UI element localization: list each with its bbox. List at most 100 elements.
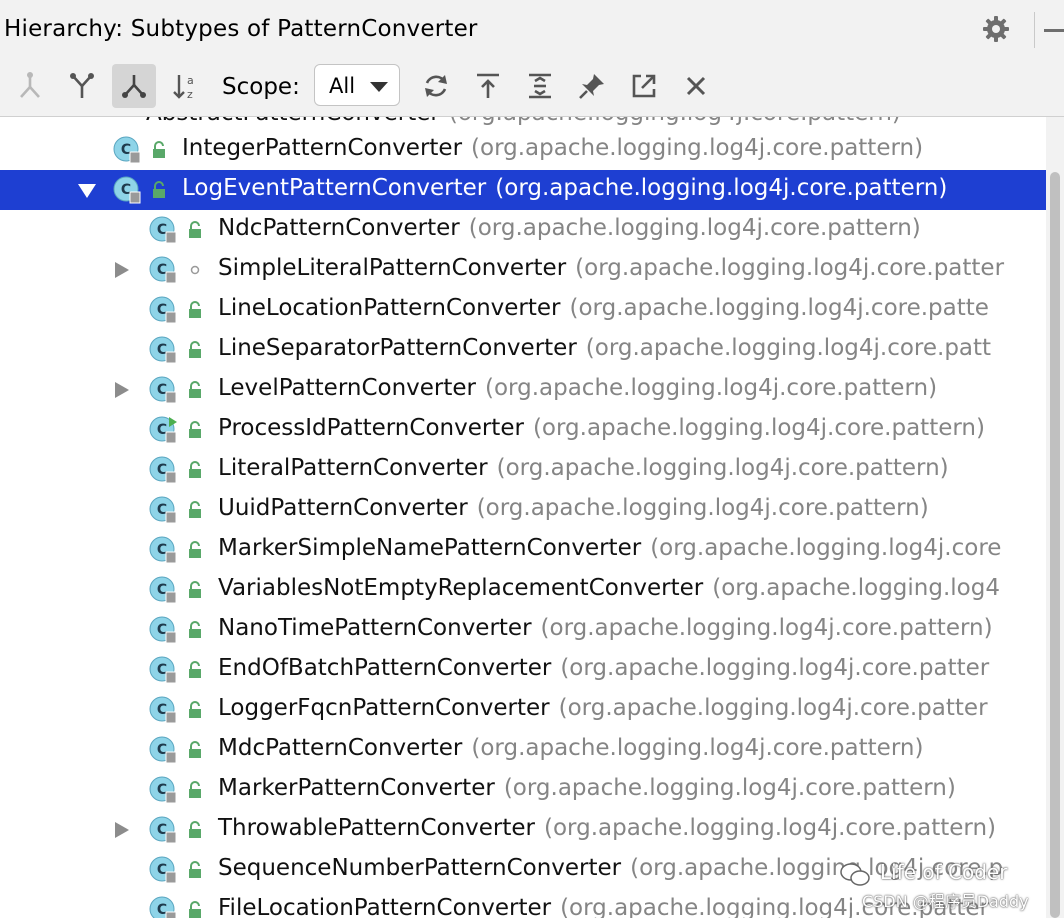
package-name: (org.apache.logging.log4j.core.pattern) xyxy=(449,117,901,126)
class-name: UuidPatternConverter (org.apache.logging.… xyxy=(218,495,929,521)
public-lock-icon xyxy=(189,821,201,838)
tree-row[interactable]: C EndOfBatchPatternConverter (org.apache.l… xyxy=(0,650,1046,690)
public-lock-icon xyxy=(189,861,201,878)
export-icon xyxy=(477,73,499,98)
class-name-text: LineLocationPatternConverter xyxy=(218,295,561,321)
watermark-line2: CSDN @程序员Daddy xyxy=(862,892,1029,911)
public-lock-icon xyxy=(189,581,201,598)
package-name: (org.apache.logging.log4j.core.pattern) xyxy=(495,175,948,201)
class-icon: C xyxy=(149,376,177,404)
close-icon xyxy=(686,76,706,96)
open-in-new-tab-button[interactable] xyxy=(622,64,666,108)
tree-row[interactable]: C VariablesNotEmptyReplacementConverter (o… xyxy=(0,570,1046,610)
class-name: MdcPatternConverter (org.apache.logging.l… xyxy=(218,735,923,761)
tree-row[interactable]: C LevelPatternConverter (org.apache.loggin… xyxy=(0,370,1046,410)
class-icon: C xyxy=(149,576,177,604)
export-button[interactable] xyxy=(466,64,510,108)
class-name-text: VariablesNotEmptyReplacementConverter xyxy=(218,575,704,601)
class-icon: C xyxy=(149,536,177,564)
class-name-text: ProcessIdPatternConverter xyxy=(218,415,524,441)
package-name: (org.apache.logging.log4j.core.patter xyxy=(560,655,990,681)
refresh-button[interactable] xyxy=(414,64,458,108)
public-lock-icon xyxy=(189,501,201,518)
tree-row[interactable]: C SimpleLiteralPatternConverter (org.apach… xyxy=(0,250,1046,290)
class-name: MarkerSimpleNamePatternConverter (org.apa… xyxy=(218,535,1001,561)
hierarchy-tree[interactable]: AbstractPatternConverter (org.apache.logg… xyxy=(0,117,1046,918)
tree-row[interactable]: C NdcPatternConverter (org.apache.logging.… xyxy=(0,210,1046,250)
package-name: (org.apache.logging.log4j.core.pattern) xyxy=(544,815,997,841)
scrollbar-thumb[interactable] xyxy=(1050,172,1060,918)
tree-row[interactable]: C LoggerFqcnPatternConverter (org.apache.l… xyxy=(0,690,1046,730)
tree-row[interactable]: C MarkerPatternConverter (org.apache.loggi… xyxy=(0,770,1046,810)
wechat-icon xyxy=(840,863,870,886)
public-lock-icon xyxy=(189,621,201,638)
class-name: VariablesNotEmptyReplacementConverter (or… xyxy=(218,575,1000,601)
public-lock-icon xyxy=(189,701,201,718)
package-name: (org.apache.logging.log4j.core xyxy=(650,535,1002,561)
class-hierarchy-button[interactable] xyxy=(112,64,156,108)
class-name-text: LoggerFqcnPatternConverter xyxy=(218,695,550,721)
sort-alphabetically-button[interactable]: az xyxy=(164,64,208,108)
public-lock-icon xyxy=(189,741,201,758)
expand-arrow-closed-icon[interactable] xyxy=(115,822,129,838)
tree-row[interactable]: C LiteralPatternConverter (org.apache.logg… xyxy=(0,450,1046,490)
package-name: (org.apache.logging.log4j.core.pattern) xyxy=(540,615,993,641)
class-name: IntegerPatternConverter (org.apache.loggi… xyxy=(182,135,923,161)
minimize-icon[interactable] xyxy=(1044,29,1064,32)
tree-row[interactable]: C ThrowablePatternConverter (org.apache.lo… xyxy=(0,810,1046,850)
public-lock-icon xyxy=(189,221,201,238)
expand-arrow-closed-icon[interactable] xyxy=(115,382,129,398)
expand-all-button[interactable] xyxy=(518,64,562,108)
tree-row[interactable]: C UuidPatternConverter (org.apache.logging… xyxy=(0,490,1046,530)
tree-row[interactable]: C NanoTimePatternConverter (org.apache.log… xyxy=(0,610,1046,650)
expand-arrow-closed-icon[interactable] xyxy=(115,262,129,278)
class-name: LiteralPatternConverter (org.apache.loggi… xyxy=(218,455,949,481)
class-icon: C xyxy=(149,256,177,284)
tree-row[interactable]: C LogEventPatternConverter (org.apache.log… xyxy=(0,170,1046,210)
class-icon: C xyxy=(149,456,177,484)
package-name: (org.apache.logging.log4j.core.patter xyxy=(575,255,1005,281)
gear-icon[interactable] xyxy=(982,15,1010,43)
class-name-text: LineSeparatorPatternConverter xyxy=(218,335,577,361)
class-icon: C xyxy=(149,496,177,524)
class-name: MarkerPatternConverter (org.apache.loggin… xyxy=(218,775,956,801)
class-icon: C xyxy=(149,616,177,644)
class-icon: C xyxy=(149,896,177,918)
tree-row[interactable]: C MdcPatternConverter (org.apache.logging.… xyxy=(0,730,1046,770)
class-name-text: FileLocationPatternConverter xyxy=(218,895,552,918)
class-name-text: EndOfBatchPatternConverter xyxy=(218,655,552,681)
package-name: (org.apache.logging.log4j.core.pattern) xyxy=(503,775,956,801)
tree-row[interactable]: C MarkerSimpleNamePatternConverter (org.ap… xyxy=(0,530,1046,570)
class-name-text: SequenceNumberPatternConverter xyxy=(218,855,622,881)
package-name: (org.apache.logging.log4j.core.pattern) xyxy=(471,135,924,161)
class-icon: C xyxy=(113,176,141,204)
scope-dropdown[interactable]: All xyxy=(314,64,400,106)
tree-row[interactable]: C IntegerPatternConverter (org.apache.logg… xyxy=(0,130,1046,170)
class-name: EndOfBatchPatternConverter (org.apache.lo… xyxy=(218,655,989,681)
class-name-text: IntegerPatternConverter xyxy=(182,135,463,161)
tree-row[interactable]: C ProcessIdPatternConverter (org.apache.lo… xyxy=(0,410,1046,450)
refresh-icon xyxy=(425,75,447,97)
class-name: LoggerFqcnPatternConverter (org.apache.lo… xyxy=(218,695,988,721)
close-button[interactable] xyxy=(674,64,718,108)
package-name: (org.apache.logging.log4j.core.pattern) xyxy=(471,735,924,761)
class-name-text: AbstractPatternConverter xyxy=(146,117,440,126)
class-name-text: MdcPatternConverter xyxy=(218,735,463,761)
expand-all-icon xyxy=(529,73,551,99)
class-name: ProcessIdPatternConverter (org.apache.log… xyxy=(218,415,985,441)
class-name-text: MarkerSimpleNamePatternConverter xyxy=(218,535,642,561)
hierarchy-header: Hierarchy: Subtypes of PatternConverter xyxy=(0,0,1064,60)
package-name: (org.apache.logging.log4j.core.patter xyxy=(558,695,988,721)
tree-row[interactable]: C LineSeparatorPatternConverter (org.apach… xyxy=(0,330,1046,370)
public-lock-icon xyxy=(189,381,201,398)
class-icon: C xyxy=(149,416,177,444)
tree-row[interactable]: C LineLocationPatternConverter (org.apache… xyxy=(0,290,1046,330)
class-icon: C xyxy=(149,336,177,364)
pin-button[interactable] xyxy=(570,64,614,108)
subtypes-hierarchy-button[interactable] xyxy=(60,64,104,108)
class-hierarchy-icon xyxy=(122,75,146,98)
supertypes-hierarchy-button[interactable] xyxy=(8,64,52,108)
class-name-text: NanoTimePatternConverter xyxy=(218,615,532,641)
class-icon: C xyxy=(149,816,177,844)
expand-arrow-open-icon[interactable] xyxy=(78,184,96,198)
